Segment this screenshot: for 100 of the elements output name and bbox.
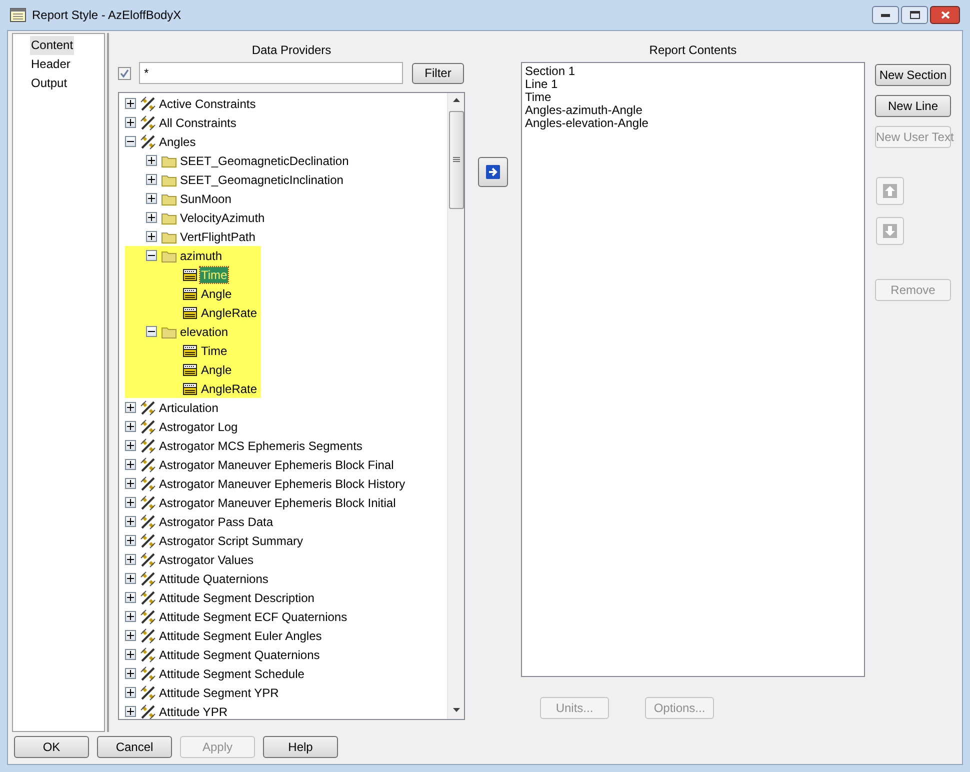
tree-item[interactable]: SEET_GeomagneticDeclination bbox=[179, 152, 350, 168]
filter-button[interactable]: Filter bbox=[412, 62, 464, 84]
close-button[interactable] bbox=[930, 6, 960, 24]
tree-item[interactable]: Astrogator Maneuver Ephemeris Block Final bbox=[158, 456, 395, 472]
satellite-icon bbox=[140, 514, 156, 530]
satellite-icon bbox=[140, 96, 156, 112]
scroll-down-icon[interactable] bbox=[452, 708, 460, 712]
expand-icon[interactable] bbox=[125, 611, 136, 622]
panel-heading: Data Providers bbox=[250, 42, 332, 59]
expand-icon[interactable] bbox=[146, 231, 157, 242]
panel-heading: Report Contents bbox=[648, 42, 738, 59]
satellite-icon bbox=[140, 134, 156, 150]
tree-item[interactable]: azimuth bbox=[179, 248, 224, 264]
tree-item[interactable]: Attitude Segment Description bbox=[158, 590, 316, 606]
filter-checkbox[interactable] bbox=[118, 66, 131, 80]
report-item[interactable]: Time bbox=[525, 91, 864, 104]
tree-item[interactable]: Attitude Quaternions bbox=[158, 570, 270, 586]
expand-icon[interactable] bbox=[125, 421, 136, 432]
scrollbar-thumb[interactable] bbox=[448, 111, 464, 209]
tree-item[interactable]: Time bbox=[200, 342, 228, 358]
expand-icon[interactable] bbox=[125, 497, 136, 508]
scroll-up-icon[interactable] bbox=[452, 98, 460, 102]
expand-icon[interactable] bbox=[125, 649, 136, 660]
satellite-icon bbox=[140, 400, 156, 416]
up-arrow-icon bbox=[883, 184, 897, 198]
dialog-button[interactable]: Help bbox=[263, 736, 338, 758]
expand-icon[interactable] bbox=[125, 459, 136, 470]
satellite-icon bbox=[140, 684, 156, 700]
tree-item[interactable]: Angle bbox=[200, 286, 233, 302]
tree-item[interactable]: Astrogator Script Summary bbox=[158, 532, 304, 548]
tree-item[interactable]: VertFlightPath bbox=[179, 228, 256, 244]
collapse-icon[interactable] bbox=[125, 136, 136, 147]
maximize-icon bbox=[910, 11, 920, 19]
tree-item[interactable]: AngleRate bbox=[200, 304, 258, 320]
expand-icon[interactable] bbox=[146, 193, 157, 204]
tree-item[interactable]: Astrogator Maneuver Ephemeris Block Initial bbox=[158, 494, 397, 510]
action-button[interactable]: New Line bbox=[875, 95, 951, 117]
expand-icon[interactable] bbox=[125, 117, 136, 128]
expand-icon[interactable] bbox=[146, 212, 157, 223]
satellite-icon bbox=[140, 570, 156, 586]
expand-icon[interactable] bbox=[146, 155, 157, 166]
dialog-button[interactable]: OK bbox=[14, 736, 89, 758]
tree-item[interactable]: Astrogator MCS Ephemeris Segments bbox=[158, 438, 364, 454]
tree-item[interactable]: All Constraints bbox=[158, 114, 238, 130]
filter-field[interactable]: * bbox=[139, 62, 403, 84]
satellite-icon bbox=[140, 608, 156, 624]
scrollbar[interactable] bbox=[447, 93, 464, 719]
report-item[interactable]: Line 1 bbox=[525, 78, 864, 91]
expand-icon[interactable] bbox=[125, 554, 136, 565]
tree-item[interactable]: Attitude YPR bbox=[158, 704, 228, 719]
tree-item[interactable]: Active Constraints bbox=[158, 96, 257, 112]
minimize-button[interactable] bbox=[872, 6, 899, 24]
satellite-icon bbox=[140, 552, 156, 568]
expand-icon[interactable] bbox=[125, 573, 136, 584]
expand-icon[interactable] bbox=[125, 478, 136, 489]
nav-item[interactable]: Output bbox=[30, 74, 68, 93]
expand-icon[interactable] bbox=[125, 98, 136, 109]
expand-icon[interactable] bbox=[125, 592, 136, 603]
maximize-button[interactable] bbox=[901, 6, 928, 24]
dialog-button[interactable]: Cancel bbox=[97, 736, 172, 758]
expand-icon[interactable] bbox=[125, 668, 136, 679]
expand-icon[interactable] bbox=[125, 706, 136, 717]
expand-icon[interactable] bbox=[125, 516, 136, 527]
tree-item[interactable]: SEET_GeomagneticInclination bbox=[179, 172, 344, 188]
expand-icon[interactable] bbox=[125, 535, 136, 546]
tree-item[interactable]: Astrogator Maneuver Ephemeris Block History bbox=[158, 476, 406, 492]
add-button[interactable] bbox=[478, 157, 508, 187]
nav-item[interactable]: Content bbox=[30, 36, 74, 55]
tree-item[interactable]: Angles bbox=[158, 134, 197, 150]
action-button[interactable]: New Section bbox=[875, 64, 951, 86]
tree-item[interactable]: Astrogator Values bbox=[158, 552, 254, 568]
tree-item[interactable]: Attitude Segment ECF Quaternions bbox=[158, 608, 348, 624]
tree-item[interactable]: Astrogator Pass Data bbox=[158, 514, 274, 530]
tree-item[interactable]: Attitude Segment YPR bbox=[158, 684, 280, 700]
tree-item[interactable]: Attitude Segment Schedule bbox=[158, 666, 306, 682]
tree-item[interactable]: AngleRate bbox=[200, 380, 258, 396]
tree-item[interactable]: Articulation bbox=[158, 400, 220, 416]
report-item[interactable]: Angles-azimuth-Angle bbox=[525, 104, 864, 117]
collapse-icon[interactable] bbox=[146, 326, 157, 337]
report-item[interactable]: Angles-elevation-Angle bbox=[525, 117, 864, 130]
nav-item[interactable]: Header bbox=[30, 55, 72, 74]
tree-item[interactable]: SunMoon bbox=[179, 190, 232, 206]
tree-item[interactable]: Attitude Segment Quaternions bbox=[158, 646, 321, 662]
expand-icon[interactable] bbox=[125, 687, 136, 698]
tree-item[interactable]: Angle bbox=[200, 362, 233, 378]
down-arrow-icon bbox=[883, 224, 897, 238]
tree-item[interactable]: Astrogator Log bbox=[158, 418, 239, 434]
grip-icon bbox=[452, 157, 460, 163]
expand-icon[interactable] bbox=[125, 440, 136, 451]
tree-item[interactable]: elevation bbox=[179, 324, 230, 340]
report-list[interactable]: Section 1 Line 1 Time Angles-azimuth-Angle Angles-elevation-Angle bbox=[521, 62, 865, 677]
satellite-icon bbox=[140, 628, 156, 644]
expand-icon[interactable] bbox=[125, 402, 136, 413]
collapse-icon[interactable] bbox=[146, 250, 157, 261]
tree-item[interactable]: VelocityAzimuth bbox=[179, 210, 266, 226]
satellite-icon bbox=[140, 438, 156, 454]
expand-icon[interactable] bbox=[146, 174, 157, 185]
expand-icon[interactable] bbox=[125, 630, 136, 641]
report-item[interactable]: Section 1 bbox=[525, 65, 864, 78]
tree-item[interactable]: Attitude Segment Euler Angles bbox=[158, 628, 323, 644]
